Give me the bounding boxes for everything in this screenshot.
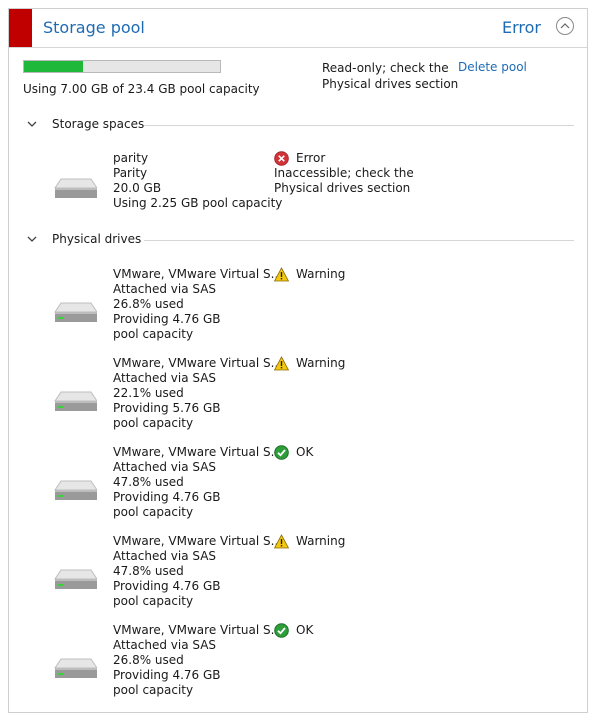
drive-icon [54, 480, 97, 500]
drive-icon [54, 569, 97, 589]
collapse-button[interactable] [556, 17, 574, 35]
error-icon [274, 151, 289, 166]
drive-info: VMware, VMware Virtual S... Attached via… [113, 534, 283, 609]
drive-connection: Attached via SAS [113, 638, 217, 652]
physical-drives-heading: Physical drives [52, 232, 142, 246]
space-usage: Using 2.25 GB pool capacity [113, 196, 283, 210]
warning-icon [274, 534, 289, 549]
drive-info: VMware, VMware Virtual S... Attached via… [113, 445, 283, 520]
drive-name: VMware, VMware Virtual S... [113, 623, 283, 637]
space-size: 20.0 GB [113, 181, 162, 195]
drive-icon [54, 178, 97, 198]
drive-health-status: OK [296, 445, 314, 459]
space-health-status: Error [296, 151, 326, 165]
physical-drive-item[interactable]: VMware, VMware Virtual S... Attached via… [9, 356, 587, 436]
capacity-progress-bar [23, 60, 221, 73]
drive-health-status: Warning [296, 267, 346, 281]
drive-health-status: OK [296, 623, 314, 637]
chevron-down-icon [27, 121, 37, 127]
ok-icon [274, 445, 289, 460]
physical-drives-section-header[interactable]: Physical drives [27, 232, 577, 248]
ok-icon [274, 623, 289, 638]
storage-pool-panel: Storage pool Error Using 7.00 GB of 23.4… [8, 8, 588, 713]
drive-providing: Providing 4.76 GB pool capacity [113, 579, 221, 608]
status-color-bar [9, 9, 32, 47]
storage-spaces-section-header[interactable]: Storage spaces [27, 117, 577, 133]
divider [144, 125, 574, 126]
physical-drive-item[interactable]: VMware, VMware Virtual S... Attached via… [9, 445, 587, 525]
drive-info: VMware, VMware Virtual S... Attached via… [113, 267, 283, 342]
drive-connection: Attached via SAS [113, 460, 217, 474]
warning-icon [274, 356, 289, 371]
drive-name: VMware, VMware Virtual S... [113, 356, 283, 370]
drive-health-status: Warning [296, 356, 346, 370]
drive-providing: Providing 5.76 GB pool capacity [113, 401, 221, 430]
delete-pool-link[interactable]: Delete pool [458, 60, 527, 74]
drive-info: VMware, VMware Virtual S... Attached via… [113, 356, 283, 431]
space-resiliency: Parity [113, 166, 148, 180]
chevron-up-icon [560, 23, 570, 29]
drive-name: VMware, VMware Virtual S... [113, 534, 283, 548]
chevron-down-icon [27, 236, 37, 242]
drive-connection: Attached via SAS [113, 282, 217, 296]
drive-connection: Attached via SAS [113, 549, 217, 563]
space-health-detail: Inaccessible; check the Physical drives … [274, 166, 414, 195]
drive-health-status: Warning [296, 534, 346, 548]
capacity-progress-fill [24, 61, 83, 72]
drive-icon [54, 302, 97, 322]
space-name: parity [113, 151, 149, 165]
physical-drive-item[interactable]: VMware, VMware Virtual S... Attached via… [9, 534, 587, 614]
storage-space-info: parity Parity 20.0 GB Using 2.25 GB pool… [113, 151, 283, 211]
drive-name: VMware, VMware Virtual S... [113, 445, 283, 459]
drive-icon [54, 391, 97, 411]
storage-space-item[interactable]: parity Parity 20.0 GB Using 2.25 GB pool… [9, 151, 587, 215]
physical-drive-item[interactable]: VMware, VMware Virtual S... Attached via… [9, 267, 587, 347]
readonly-notice: Read-only; check the Physical drives sec… [322, 61, 459, 91]
drive-info: VMware, VMware Virtual S... Attached via… [113, 623, 283, 698]
drive-providing: Providing 4.76 GB pool capacity [113, 668, 221, 697]
drive-used: 47.8% used [113, 475, 184, 489]
panel-title: Storage pool [43, 18, 145, 37]
drive-used: 47.8% used [113, 564, 184, 578]
warning-icon [274, 267, 289, 282]
divider [144, 240, 574, 241]
panel-header: Storage pool Error [9, 9, 587, 48]
drive-name: VMware, VMware Virtual S... [113, 267, 283, 281]
drive-providing: Providing 4.76 GB pool capacity [113, 312, 221, 341]
drive-used: 26.8% used [113, 297, 184, 311]
physical-drive-item[interactable]: VMware, VMware Virtual S... Attached via… [9, 623, 587, 703]
capacity-text: Using 7.00 GB of 23.4 GB pool capacity [23, 82, 260, 96]
storage-spaces-heading: Storage spaces [52, 117, 145, 131]
drive-used: 22.1% used [113, 386, 184, 400]
drive-icon [54, 658, 97, 678]
pool-status: Error [502, 18, 541, 37]
drive-providing: Providing 4.76 GB pool capacity [113, 490, 221, 519]
drive-used: 26.8% used [113, 653, 184, 667]
drive-connection: Attached via SAS [113, 371, 217, 385]
